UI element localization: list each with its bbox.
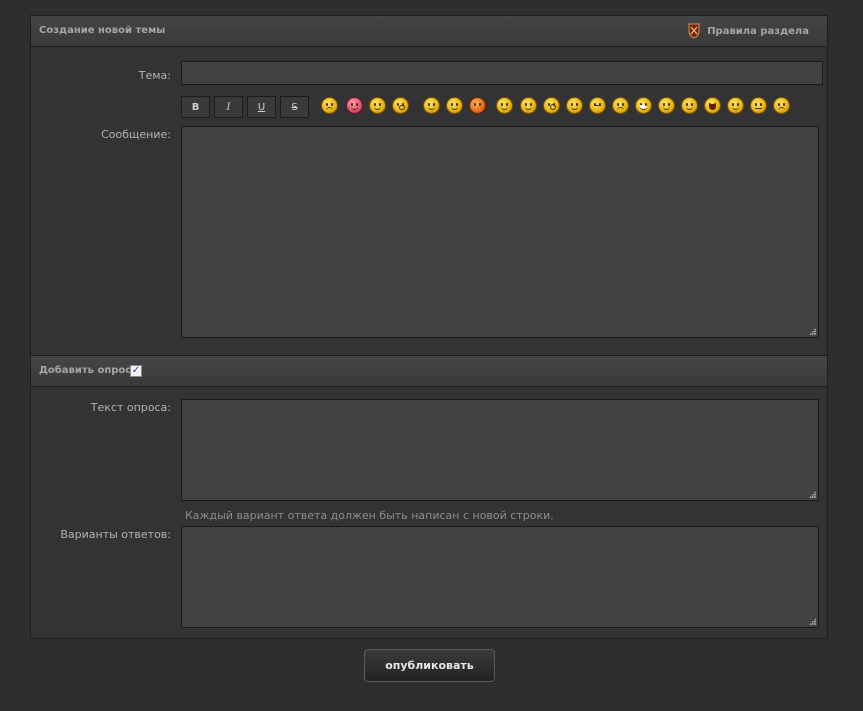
italic-button[interactable]: I — [214, 96, 243, 118]
poll-panel: Добавить опрос ✓ Текст опроса: Каждый ва… — [30, 355, 828, 639]
shocked-smiley-icon[interactable] — [392, 97, 409, 114]
poll-question-textarea[interactable] — [181, 399, 819, 501]
confused-smiley-icon[interactable] — [589, 97, 606, 114]
cool-smiley-icon[interactable] — [446, 97, 463, 114]
message-textarea[interactable] — [181, 126, 819, 338]
grin-smiley-icon[interactable] — [635, 97, 652, 114]
underline-button[interactable]: U — [247, 96, 276, 118]
angry-smiley-icon[interactable] — [773, 97, 790, 114]
publish-label: опубликовать — [385, 659, 474, 672]
poll-title: Добавить опрос — [39, 365, 132, 376]
message-label: Сообщение: — [101, 128, 171, 141]
poll-header: Добавить опрос ✓ — [31, 356, 827, 387]
rules-shield-icon — [688, 23, 700, 39]
italic-label: I — [226, 101, 231, 113]
santa-smiley-icon[interactable] — [496, 97, 513, 114]
new-topic-title: Создание новой темы — [39, 25, 166, 36]
poll-question-label: Текст опроса: — [90, 401, 171, 414]
dazed-smiley-icon[interactable] — [727, 97, 744, 114]
resize-grip-icon[interactable] — [809, 491, 816, 498]
love-smiley-icon[interactable] — [346, 97, 363, 114]
resize-grip-icon[interactable] — [809, 328, 816, 335]
bold-button[interactable]: B — [181, 96, 210, 118]
subject-label: Тема: — [138, 69, 171, 82]
sad-smiley-icon[interactable] — [321, 97, 338, 114]
neutral-smiley-icon[interactable] — [750, 97, 767, 114]
subject-input[interactable] — [181, 61, 823, 85]
poll-answers-textarea[interactable] — [181, 526, 819, 628]
strike-button[interactable]: S — [280, 96, 309, 118]
strike-label: S — [291, 101, 298, 113]
rolleyes-smiley-icon[interactable] — [658, 97, 675, 114]
new-topic-header: Создание новой темы Правила раздела — [31, 16, 827, 47]
underline-label: U — [257, 101, 266, 113]
surprised-smiley-icon[interactable] — [543, 97, 560, 114]
warning-smiley-icon[interactable] — [469, 97, 486, 114]
section-rules-link[interactable]: Правила раздела — [687, 23, 809, 39]
frown-smiley-icon[interactable] — [612, 97, 629, 114]
section-rules-label: Правила раздела — [707, 25, 809, 37]
happy-smiley-icon[interactable] — [369, 97, 386, 114]
new-topic-panel: Создание новой темы Правила раздела Тема… — [30, 15, 828, 356]
resize-grip-icon[interactable] — [809, 618, 816, 625]
laugh-smiley-icon[interactable] — [704, 97, 721, 114]
tongue-smiley-icon[interactable] — [423, 97, 440, 114]
poll-hint-text: Каждый вариант ответа должен быть написа… — [185, 509, 554, 522]
wink-smiley-icon[interactable] — [520, 97, 537, 114]
dizzy-smiley-icon[interactable] — [681, 97, 698, 114]
bold-label: B — [191, 101, 200, 113]
smile-smiley-icon[interactable] — [566, 97, 583, 114]
poll-answers-label: Варианты ответов: — [60, 528, 171, 541]
add-poll-checkbox[interactable]: ✓ — [130, 365, 142, 377]
publish-button[interactable]: опубликовать — [364, 649, 495, 682]
